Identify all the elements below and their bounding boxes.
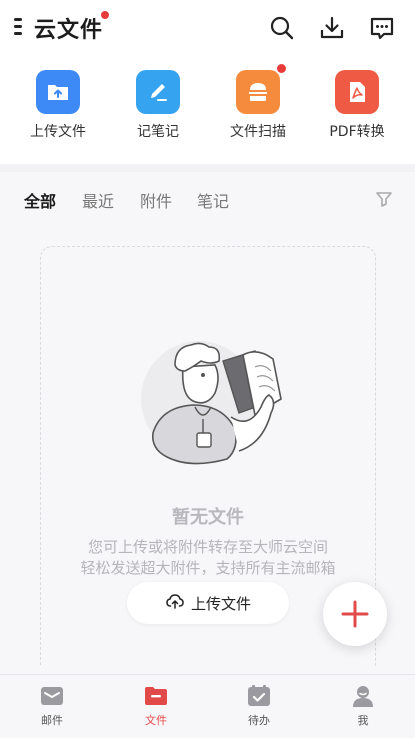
- message-icon[interactable]: [368, 14, 396, 42]
- pdf-convert-action[interactable]: PDF转换: [307, 70, 407, 141]
- plus-icon: [341, 600, 369, 628]
- upload-button-label: 上传文件: [190, 594, 251, 613]
- todo-icon: [246, 683, 272, 709]
- scanner-icon: [236, 64, 286, 114]
- tab-notes[interactable]: 笔记: [197, 188, 229, 212]
- profile-icon: [350, 683, 376, 709]
- notification-dot: [101, 11, 109, 19]
- pdf-icon: [335, 70, 379, 114]
- section-divider: [0, 164, 415, 172]
- page-title: 云文件: [34, 18, 104, 43]
- add-fab-button[interactable]: [323, 582, 387, 646]
- upload-file-action[interactable]: 上传文件: [8, 70, 108, 141]
- quick-actions: 上传文件 记笔记 文件扫描 PDF转换: [0, 58, 415, 164]
- tab-all[interactable]: 全部: [24, 188, 56, 212]
- upload-file-label: 上传文件: [30, 124, 86, 140]
- filter-icon[interactable]: [375, 190, 393, 208]
- nav-todo[interactable]: 待办: [207, 683, 311, 728]
- empty-title: 暂无文件: [172, 507, 244, 528]
- download-icon[interactable]: [318, 14, 346, 42]
- cloud-upload-icon: [165, 591, 185, 615]
- nav-todo-label: 待办: [248, 714, 270, 727]
- app-root: 云文件 上传文件 记笔记 文件扫描 PDF转换 全部 最近 附件 笔记 暂无文件…: [0, 0, 415, 738]
- scan-file-label: 文件扫描: [230, 124, 286, 140]
- nav-files-label: 文件: [145, 714, 167, 727]
- scan-file-action[interactable]: 文件扫描: [208, 64, 308, 141]
- mail-icon: [39, 683, 65, 709]
- folder-upload-icon: [36, 70, 80, 114]
- nav-files[interactable]: 文件: [104, 683, 208, 728]
- empty-illustration: [131, 337, 291, 477]
- tab-attachments[interactable]: 附件: [140, 188, 172, 212]
- empty-desc-line-2: 轻松发送超大附件，支持所有主流邮箱: [80, 559, 336, 577]
- top-bar: 云文件: [0, 0, 415, 58]
- empty-description: 您可上传或将附件转存至大师云空间 轻松发送超大附件，支持所有主流邮箱: [41, 537, 375, 579]
- menu-icon[interactable]: [14, 18, 26, 38]
- folder-icon: [143, 683, 169, 709]
- bottom-nav: 邮件 文件 待办 我: [0, 674, 415, 738]
- filter-tabs: 全部 最近 附件 笔记: [0, 172, 415, 224]
- nav-profile-label: 我: [357, 714, 369, 727]
- nav-mail[interactable]: 邮件: [0, 683, 104, 728]
- upload-file-button[interactable]: 上传文件: [127, 582, 289, 624]
- tab-recent[interactable]: 最近: [82, 188, 114, 212]
- pdf-convert-label: PDF转换: [329, 124, 385, 140]
- nav-mail-label: 邮件: [41, 714, 63, 727]
- empty-desc-line-1: 您可上传或将附件转存至大师云空间: [87, 538, 328, 556]
- search-icon[interactable]: [268, 14, 296, 42]
- take-note-action[interactable]: 记笔记: [108, 70, 208, 141]
- nav-profile[interactable]: 我: [311, 683, 415, 728]
- note-pen-icon: [136, 70, 180, 114]
- new-badge-dot: [277, 64, 286, 73]
- take-note-label: 记笔记: [137, 124, 179, 140]
